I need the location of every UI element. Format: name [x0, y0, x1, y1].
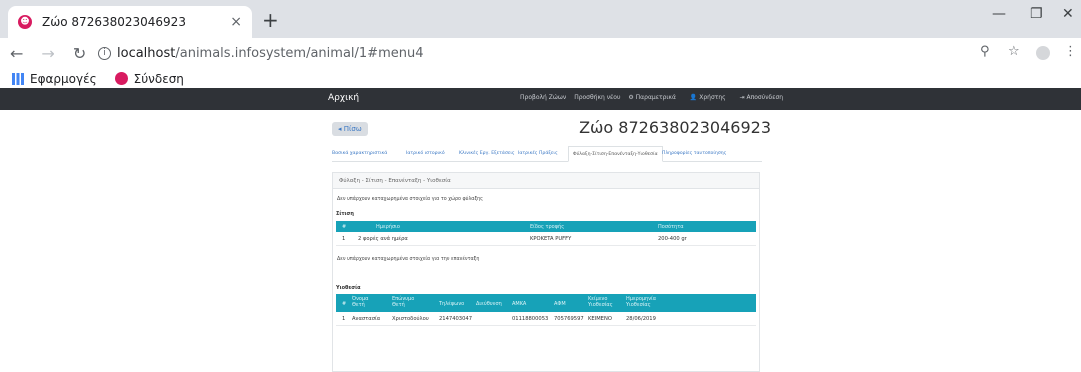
tab-basic-info[interactable]: Βασικά χαρακτηριστικά	[332, 151, 387, 156]
bookmark-apps[interactable]: Εφαρμογές	[12, 72, 97, 86]
reload-icon[interactable]: ↻	[73, 44, 86, 63]
tab-identification-info[interactable]: Πληροφορίες ταυτοποίησης	[662, 151, 726, 156]
nav-link-user[interactable]: 👤 Χρήστης	[690, 94, 732, 101]
record-tabs: Βασικά χαρακτηριστικά Ιατρικό ιστορικό Κ…	[332, 146, 762, 162]
custody-panel: Φύλαξη - Σίτιση - Επανένταξη - Υιοθεσία …	[332, 172, 760, 372]
browser-toolbar: ← → ↻ i localhost /animals.infosystem/an…	[0, 38, 1081, 68]
browser-tab-strip: ☻ Ζώο 872638023046923 × + — ❐ ✕	[0, 0, 1081, 38]
star-icon[interactable]: ☆	[1008, 44, 1020, 59]
login-favicon-icon	[114, 72, 128, 85]
apps-grid-icon	[12, 72, 24, 85]
feeding-table-header: # Ημερήσιο Είδος τροφής Ποσότητα	[336, 221, 756, 232]
table-row: 1 2 φορές ανά ημέρα KPOKETA PUFFY 200-40…	[336, 232, 756, 246]
tab-clinical-exams[interactable]: Κλινικές Εργ. Εξετάσεις	[459, 151, 515, 156]
tab-medical-procedures[interactable]: Ιατρικές Πράξεις	[518, 151, 558, 156]
nav-link-logout[interactable]: ⇥ Αποσύνδεση	[740, 94, 789, 101]
bookmark-login[interactable]: Σύνδεση	[114, 72, 184, 86]
browser-tab[interactable]: ☻ Ζώο 872638023046923 ×	[8, 6, 252, 38]
back-arrow-icon[interactable]: ←	[10, 44, 23, 63]
tab-close-icon[interactable]: ×	[230, 14, 242, 30]
maximize-icon[interactable]: ❐	[1030, 6, 1043, 22]
menu-kebab-icon[interactable]: ⋮	[1064, 44, 1077, 59]
nav-link-parameters[interactable]: ⚙ Παραμετρικά	[628, 94, 682, 101]
site-favicon-icon: ☻	[18, 15, 32, 29]
adoption-section-title: Υιοθεσία	[336, 285, 361, 291]
navbar-links: Προβολή Ζώων Προσθήκη νέου ⚙ Παραμετρικά…	[520, 94, 795, 101]
zoom-icon[interactable]: ⚲	[980, 44, 990, 59]
forward-arrow-icon[interactable]: →	[41, 44, 54, 63]
new-tab-button[interactable]: +	[262, 8, 279, 32]
url-path: /animals.infosystem/animal/1#menu4	[175, 45, 424, 61]
close-window-icon[interactable]: ✕	[1062, 6, 1074, 22]
table-row: 1 Αναστασία Χριστοδούλου 2147403047 0111…	[336, 312, 756, 326]
address-bar[interactable]: i localhost /animals.infosystem/animal/1…	[98, 42, 958, 64]
tab-custody-feeding-adoption[interactable]: Φύλαξη-Σίτιση-Επανένταξη-Υιοθεσία	[568, 146, 663, 162]
url-host: localhost	[117, 45, 176, 61]
avatar[interactable]	[1036, 46, 1050, 60]
no-custody-message: Δεν υπάρχουν καταχωρημένα στοιχεία για τ…	[337, 197, 483, 202]
back-button[interactable]: ◂ Πίσω	[332, 122, 368, 136]
navbar-brand[interactable]: Αρχική	[328, 93, 359, 103]
tab-medical-history[interactable]: Ιατρικό ιστορικό	[406, 151, 445, 156]
info-icon[interactable]: i	[98, 46, 111, 60]
feeding-section-title: Σίτιση	[336, 211, 354, 217]
nav-link-view-animals[interactable]: Προβολή Ζώων	[520, 94, 566, 101]
tab-title: Ζώο 872638023046923	[42, 15, 186, 29]
minimize-icon[interactable]: —	[992, 6, 1006, 22]
bookmarks-bar: Εφαρμογές Σύνδεση	[0, 68, 1081, 90]
panel-title: Φύλαξη - Σίτιση - Επανένταξη - Υιοθεσία	[333, 173, 759, 189]
adoption-table-header: # Όνομα Θετή Επώνυμο Θετή Τηλέφωνο Διεύθ…	[336, 294, 756, 312]
nav-link-add-new[interactable]: Προσθήκη νέου	[574, 94, 620, 101]
app-navbar: Αρχική Προβολή Ζώων Προσθήκη νέου ⚙ Παρα…	[0, 88, 1081, 110]
no-reintegration-message: Δεν υπάρχουν καταχωρημένα στοιχεία για τ…	[337, 257, 480, 262]
page-title: Ζώο 872638023046923	[579, 118, 771, 137]
